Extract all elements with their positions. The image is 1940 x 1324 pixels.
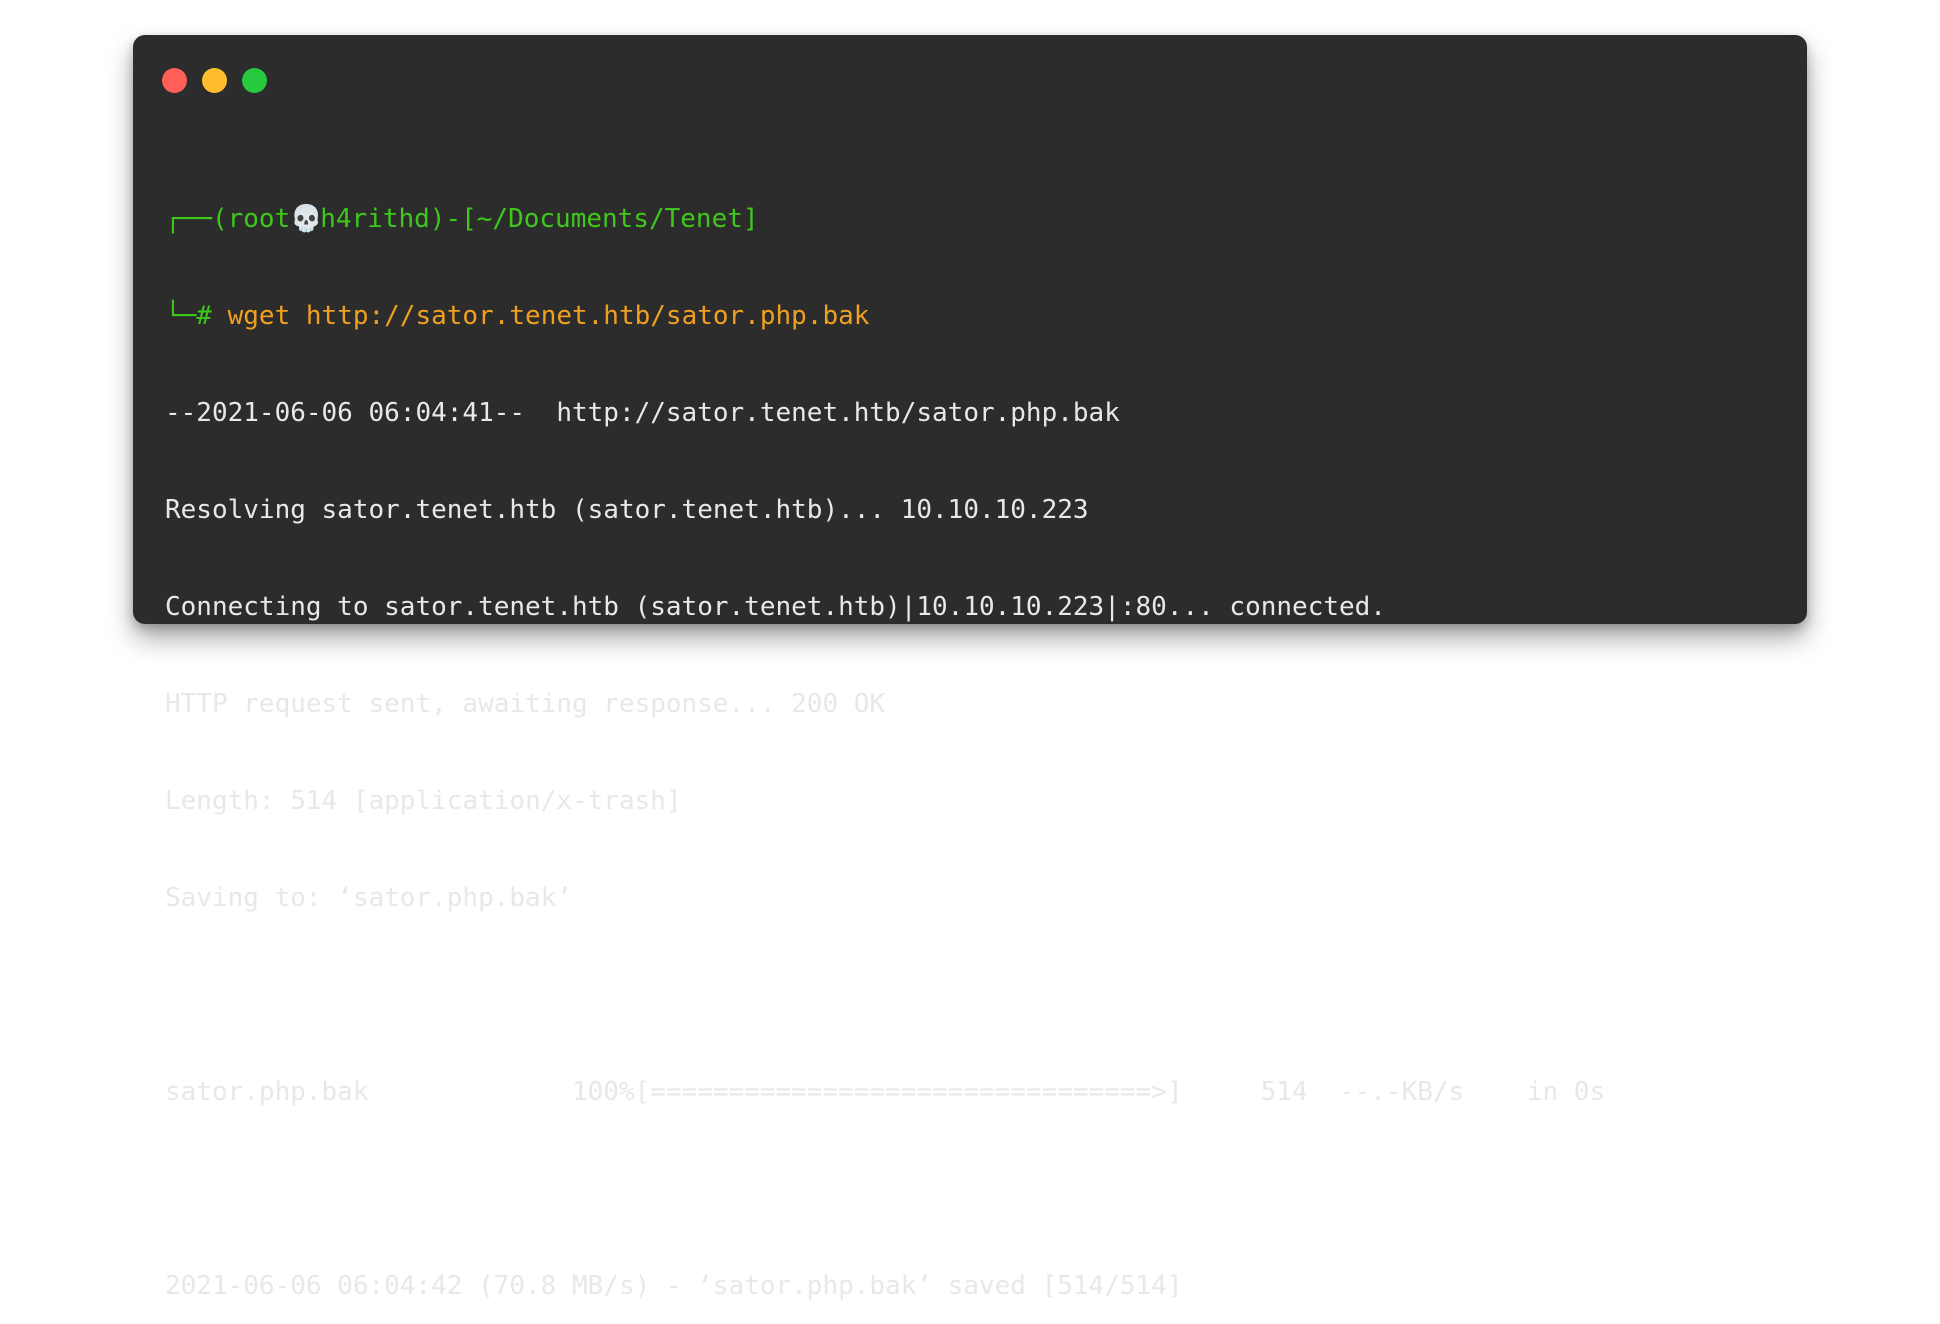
prompt-host-path: h4rithd)-[~/Documents/Tenet] xyxy=(320,204,759,234)
output-line: 2021-06-06 06:04:42 (70.8 MB/s) - ‘sator… xyxy=(165,1271,1183,1301)
output-line: HTTP request sent, awaiting response... … xyxy=(165,689,886,719)
output-line: Length: 514 [application/x-trash] xyxy=(165,786,682,816)
output-line: --2021-06-06 06:04:41-- http://sator.ten… xyxy=(165,398,1120,428)
skull-icon: 💀 xyxy=(290,204,323,234)
output-line: Connecting to sator.tenet.htb (sator.ten… xyxy=(165,592,1386,622)
output-line-blank xyxy=(165,977,1787,1014)
prompt-line-1: ┌──(root💀h4rithd)-[~/Documents/Tenet] xyxy=(165,201,1787,238)
prompt-prefix: ┌──(root xyxy=(165,204,291,234)
output-line: Saving to: ‘sator.php.bak’ xyxy=(165,883,572,913)
zoom-button[interactable] xyxy=(242,68,267,93)
output-line: Resolving sator.tenet.htb (sator.tenet.h… xyxy=(165,495,1089,525)
terminal-output[interactable]: ┌──(root💀h4rithd)-[~/Documents/Tenet] └─… xyxy=(165,141,1787,1324)
output-line-blank xyxy=(165,1171,1787,1208)
prompt-line-2: └─# wget http://sator.tenet.htb/sator.ph… xyxy=(165,298,1787,335)
close-button[interactable] xyxy=(162,68,187,93)
window-controls xyxy=(162,68,267,93)
minimize-button[interactable] xyxy=(202,68,227,93)
terminal-window: ┌──(root💀h4rithd)-[~/Documents/Tenet] └─… xyxy=(133,35,1807,1301)
prompt-hash: └─# xyxy=(165,301,228,331)
progress-line: sator.php.bak 100%[=====================… xyxy=(165,1077,1606,1107)
command-text: wget http://sator.tenet.htb/sator.php.ba… xyxy=(227,301,870,331)
